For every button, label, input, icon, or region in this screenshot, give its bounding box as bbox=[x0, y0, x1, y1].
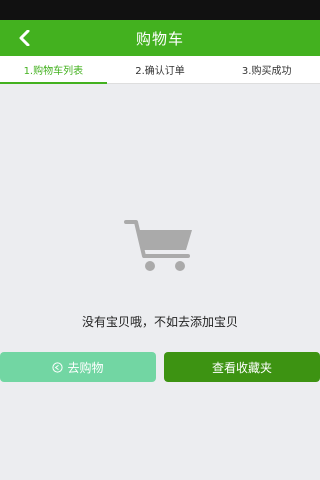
go-shopping-label: 去购物 bbox=[67, 360, 104, 375]
view-favorites-button[interactable]: 查看收藏夹 bbox=[164, 352, 320, 382]
tab-purchase-success[interactable]: 3.购买成功 bbox=[213, 56, 320, 83]
empty-cart-area: 没有宝贝哦，不如去添加宝贝 去购物 查看收藏夹 bbox=[0, 84, 320, 480]
page-title: 购物车 bbox=[135, 29, 184, 48]
tab-cart-list[interactable]: 1.购物车列表 bbox=[0, 56, 107, 84]
empty-message: 没有宝贝哦，不如去添加宝贝 bbox=[81, 315, 238, 329]
go-shopping-button[interactable]: 去购物 bbox=[0, 352, 156, 382]
step-tabs: 1.购物车列表 2.确认订单 3.购买成功 bbox=[0, 56, 320, 84]
status-bar bbox=[0, 0, 320, 20]
action-buttons: 去购物 查看收藏夹 bbox=[0, 352, 320, 382]
tab-confirm-order[interactable]: 2.确认订单 bbox=[107, 56, 214, 83]
shopping-cart-icon bbox=[124, 220, 192, 271]
chevron-left-icon bbox=[19, 30, 30, 46]
back-button[interactable] bbox=[8, 20, 40, 56]
nav-bar: 购物车 bbox=[0, 20, 320, 56]
return-arrow-icon bbox=[52, 361, 64, 373]
